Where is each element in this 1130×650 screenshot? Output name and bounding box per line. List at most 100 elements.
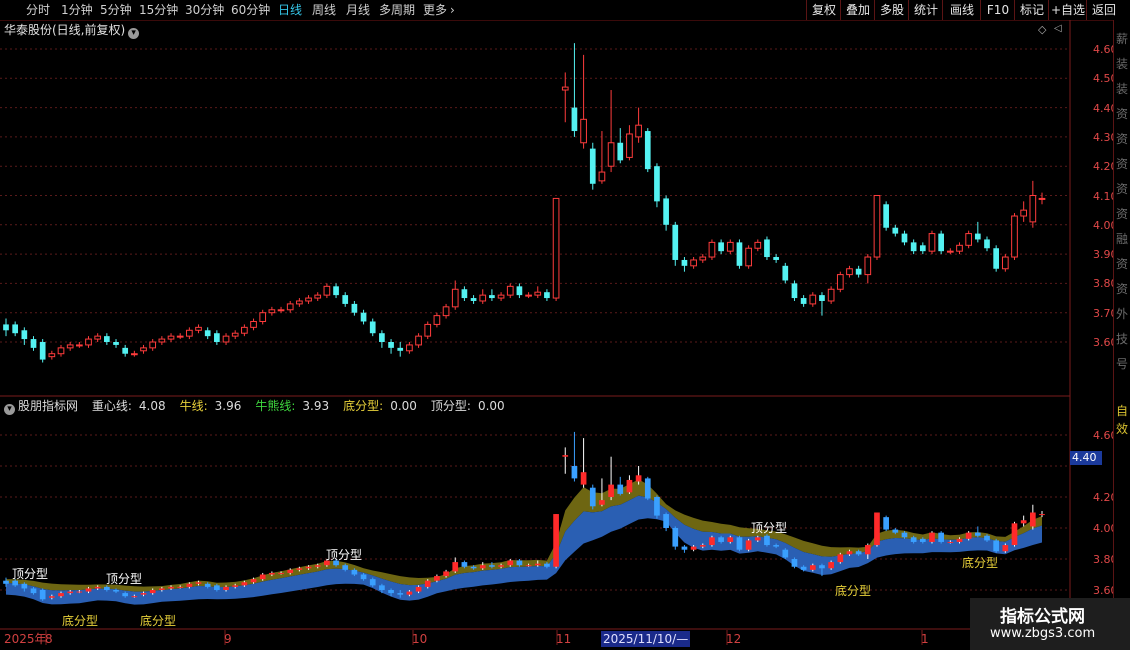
candle-body: [534, 291, 542, 296]
candle-body: [506, 285, 514, 296]
top-fractal-label: 顶分型: [751, 521, 788, 535]
ind-candle-body: [223, 586, 229, 590]
watermark-url: www.zbgs3.com: [990, 626, 1096, 641]
ind-candle-body: [434, 576, 440, 581]
sidebar-tab[interactable]: 资: [1114, 180, 1130, 197]
sidebar-tab[interactable]: 技: [1114, 330, 1130, 347]
sidebar-tab[interactable]: 装: [1114, 55, 1130, 72]
top-fractal-label: 顶分型: [326, 548, 363, 562]
ind-candle-body: [534, 563, 541, 566]
ind-candle-body: [910, 537, 917, 542]
ind-candle-body: [846, 551, 853, 555]
ind-candle-body: [782, 549, 789, 558]
ind-candle-body: [681, 546, 688, 550]
ind-candle-body: [736, 537, 743, 550]
sidebar-tab[interactable]: 效: [1114, 420, 1130, 437]
candle-body: [1020, 209, 1028, 217]
ind-candle-body: [672, 528, 679, 547]
ind-candle-body: [819, 565, 825, 569]
sidebar-tab[interactable]: 资: [1114, 155, 1130, 172]
candle-body: [470, 298, 477, 301]
ind-candle-body: [30, 588, 37, 594]
candle-body: [442, 306, 450, 317]
candle-body: [424, 323, 432, 337]
ind-candle-body: [855, 551, 862, 555]
candle-body: [873, 195, 881, 258]
ind-candle-body: [974, 532, 981, 536]
sidebar-tab[interactable]: 自: [1114, 402, 1130, 419]
date-label: 1: [921, 632, 929, 646]
sidebar-tab[interactable]: 外: [1114, 305, 1130, 322]
ind-candle-body: [901, 532, 908, 538]
indicator-field-label: 牛熊线:: [255, 399, 296, 413]
indicator-field: 重心线: 4.08: [92, 399, 170, 413]
ind-candle-body: [94, 586, 101, 589]
date-label: 2025年: [4, 632, 47, 646]
candle-body: [186, 329, 193, 337]
candlestick-chart[interactable]: [0, 0, 1130, 650]
ind-candle-body: [1011, 523, 1018, 546]
ind-candle-body: [571, 466, 578, 479]
sidebar-tab[interactable]: 号: [1114, 355, 1130, 372]
ind-candle-body: [947, 541, 954, 543]
candle-body: [965, 233, 972, 246]
ind-candle-body: [516, 560, 523, 566]
bottom-fractal-label: 底分型: [140, 614, 177, 628]
ind-candle-body: [58, 593, 64, 597]
top-fractal-label: 顶分型: [106, 572, 143, 586]
indicator-name[interactable]: 股朋指标网: [18, 399, 78, 413]
candle-body: [369, 321, 376, 334]
candle-body: [397, 347, 404, 351]
candle-body: [167, 335, 175, 340]
ind-candle-body: [379, 585, 385, 590]
candle-body: [451, 288, 459, 308]
ind-candle-body: [369, 579, 376, 586]
candle-body: [433, 315, 441, 325]
candle-body: [800, 298, 807, 304]
ind-candle-body: [67, 591, 74, 594]
sidebar-tab[interactable]: 资: [1114, 205, 1130, 222]
ind-candle-body: [214, 585, 220, 590]
candle-body: [598, 171, 606, 182]
candle-body: [360, 312, 367, 322]
candle-body: [956, 244, 963, 252]
candle-body: [718, 242, 724, 252]
sidebar-tab[interactable]: 资: [1114, 130, 1130, 147]
sidebar-tab[interactable]: 融: [1114, 230, 1130, 247]
ind-candle-body: [85, 588, 92, 592]
sidebar-tab[interactable]: 薪: [1114, 30, 1130, 47]
candle-body: [388, 342, 394, 348]
candle-body: [993, 248, 1000, 269]
sidebar-tab[interactable]: 资: [1114, 255, 1130, 272]
candle-body: [342, 295, 349, 304]
candle-body: [1029, 195, 1037, 223]
ind-candle-body: [599, 500, 605, 505]
candle-body: [938, 233, 944, 252]
candle-body: [333, 286, 339, 296]
ind-candle-body: [718, 537, 724, 542]
ind-candle-body: [131, 596, 138, 598]
ind-candle-body: [177, 586, 184, 588]
bottom-fractal-label: 底分型: [62, 614, 99, 628]
ind-candle-body: [864, 545, 871, 555]
ind-candle-body: [149, 590, 156, 594]
candle-body: [158, 338, 166, 343]
ind-candle-body: [452, 562, 459, 572]
sidebar-tab[interactable]: 资: [1114, 105, 1130, 122]
ind-candle-body: [415, 586, 422, 592]
candle-body: [479, 294, 487, 302]
ind-candle-body: [443, 571, 449, 577]
candle-body: [883, 204, 889, 228]
chevron-down-icon[interactable]: ▾: [4, 404, 15, 415]
sidebar-tab[interactable]: 资: [1114, 280, 1130, 297]
ind-candle-body: [122, 593, 129, 597]
candle-body: [104, 336, 110, 342]
candle-body: [1038, 197, 1046, 200]
ind-candle-body: [525, 565, 532, 567]
candle-body: [231, 332, 239, 337]
candle-body: [94, 335, 102, 340]
candle-body: [791, 283, 798, 299]
sidebar-tab[interactable]: 装: [1114, 80, 1130, 97]
candle-body: [314, 294, 322, 299]
ind-candle-body: [791, 559, 798, 567]
